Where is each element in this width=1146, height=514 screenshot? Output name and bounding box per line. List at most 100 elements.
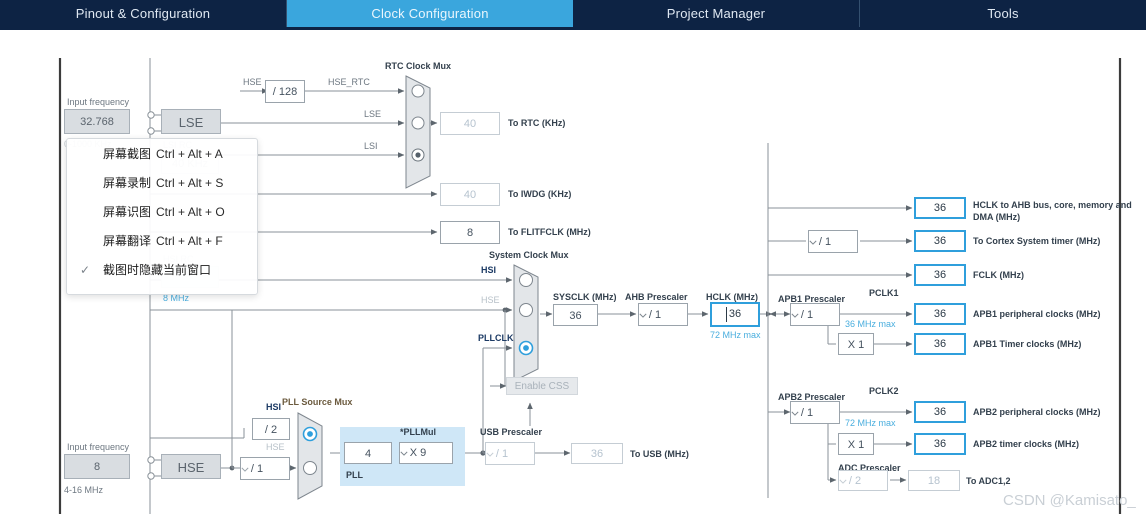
ahb-prescaler-label: AHB Prescaler [625, 292, 688, 302]
menu-item-screen-record[interactable]: 屏幕录制 Ctrl + Alt + S [67, 168, 257, 197]
rtc-clock-mux-shape [405, 75, 431, 189]
tab-pinout-configuration[interactable]: Pinout & Configuration [0, 0, 287, 27]
to-iwdg-label: To IWDG (KHz) [508, 189, 572, 199]
system-clock-mux-title: System Clock Mux [489, 250, 569, 260]
pllmul-select[interactable]: X 9 [399, 442, 453, 464]
hse-input-frequency-label: Input frequency [67, 442, 130, 452]
hse-div128-box: / 128 [265, 80, 305, 103]
to-adc-label: To ADC1,2 [966, 476, 1011, 486]
menu-item-screenshot[interactable]: 屏幕截图 Ctrl + Alt + A [67, 139, 257, 168]
pclk1-label: PCLK1 [869, 288, 899, 298]
usb-prescaler-label: USB Prescaler [480, 427, 543, 437]
menu-item-screenshot-shortcut: Ctrl + Alt + A [156, 146, 223, 161]
apb1-peripheral-value: 36 [914, 303, 966, 325]
rtc-mux-input-hse-rtc: HSE_RTC [328, 77, 370, 87]
chevron-down-icon [639, 313, 647, 318]
apb1-timer-value: 36 [914, 333, 966, 355]
hclk-value-field[interactable]: 36 [710, 302, 760, 327]
menu-item-screen-translate-label: 屏幕翻译 [103, 234, 152, 248]
menu-item-screen-record-shortcut: Ctrl + Alt + S [156, 175, 224, 190]
menu-item-screen-translate-shortcut: Ctrl + Alt + F [156, 233, 223, 248]
usb-prescaler-select[interactable]: / 1 [485, 442, 535, 465]
to-flitfclk-value: 8 [440, 221, 500, 244]
apb1-timer-multiplier: X 1 [838, 333, 874, 355]
hse-input-frequency-field[interactable]: 8 [64, 454, 130, 479]
menu-item-hide-window-on-capture-label: 截图时隐藏当前窗口 [103, 263, 212, 277]
apb2-peripheral-value: 36 [914, 401, 966, 423]
tab-tools[interactable]: Tools [860, 0, 1146, 27]
lse-input-frequency-label: Input frequency [67, 97, 130, 107]
watermark-text: CSDN @Kamisato_ [1003, 492, 1136, 509]
lse-oscillator-block[interactable]: LSE [161, 109, 221, 134]
cortex-timer-label: To Cortex System timer (MHz) [973, 236, 1101, 246]
chevron-down-icon [400, 451, 408, 456]
system-mux-input-hse: HSE [481, 295, 500, 305]
to-iwdg-value: 40 [440, 183, 500, 206]
apb1-max-label: 36 MHz max [845, 319, 896, 329]
pclk2-label: PCLK2 [869, 386, 899, 396]
pll-input-value: 4 [344, 442, 392, 464]
chevron-down-icon [839, 479, 847, 484]
pll-group-label: PLL [346, 470, 363, 480]
to-usb-value: 36 [571, 443, 623, 464]
system-clock-mux-shape [513, 264, 539, 382]
ahb-prescaler-select[interactable]: / 1 [638, 303, 688, 326]
hclk-text-caret [726, 307, 727, 322]
cortex-timer-prescaler-select[interactable]: / 1 [808, 230, 858, 253]
pll-hsi-div2-box: / 2 [252, 418, 290, 440]
pll-source-mux-title: PLL Source Mux [282, 397, 353, 407]
hse-oscillator-block[interactable]: HSE [161, 454, 221, 479]
app-window: Pinout & Configuration Clock Configurati… [0, 0, 1146, 514]
pllmul-label: *PLLMul [400, 427, 436, 437]
main-tabbar: Pinout & Configuration Clock Configurati… [0, 0, 1146, 27]
menu-item-screen-ocr-label: 屏幕识图 [103, 205, 152, 219]
chevron-down-icon [486, 452, 494, 457]
chevron-down-icon [809, 240, 817, 245]
rtc-clock-mux-title: RTC Clock Mux [385, 61, 452, 71]
tab-clock-configuration[interactable]: Clock Configuration [287, 0, 573, 27]
chevron-down-icon [791, 313, 799, 318]
to-flitfclk-label: To FLITFCLK (MHz) [508, 227, 591, 237]
apb2-max-label: 72 MHz max [845, 418, 896, 428]
hclk-ahb-bus-label: HCLK to AHB bus, core, memory and DMA (M… [973, 200, 1132, 222]
menu-item-screenshot-label: 屏幕截图 [103, 147, 152, 161]
lse-input-frequency-field[interactable]: 32.768 [64, 109, 130, 134]
apb2-timer-label: APB2 timer clocks (MHz) [973, 439, 1080, 449]
apb2-prescaler-select[interactable]: / 1 [790, 401, 840, 424]
apb2-timer-multiplier: X 1 [838, 433, 874, 455]
menu-item-screen-ocr-shortcut: Ctrl + Alt + O [156, 204, 225, 219]
to-rtc-label: To RTC (KHz) [508, 118, 566, 128]
hclk-ahb-bus-value: 36 [914, 197, 966, 219]
hse-divider-input-label: HSE [243, 77, 262, 87]
enable-css-button[interactable]: Enable CSS [506, 377, 578, 395]
screenshot-context-menu[interactable]: 屏幕截图 Ctrl + Alt + A 屏幕录制 Ctrl + Alt + S … [66, 138, 258, 295]
menu-item-screen-translate[interactable]: 屏幕翻译 Ctrl + Alt + F [67, 226, 257, 255]
menu-item-screen-ocr[interactable]: 屏幕识图 Ctrl + Alt + O [67, 197, 257, 226]
pll-source-mux-shape [297, 412, 323, 500]
fclk-value: 36 [914, 264, 966, 286]
menu-item-screen-record-label: 屏幕录制 [103, 176, 152, 190]
hse-range-label: 4-16 MHz [64, 485, 104, 495]
rtc-mux-input-lse: LSE [364, 109, 382, 119]
to-usb-label: To USB (MHz) [630, 449, 689, 459]
pll-mux-input-hse: HSE [266, 442, 285, 452]
pll-hse-div-select[interactable]: / 1 [240, 457, 290, 480]
apb2-peripheral-label: APB2 peripheral clocks (MHz) [973, 407, 1101, 417]
apb1-timer-label: APB1 Timer clocks (MHz) [973, 339, 1082, 349]
adc-prescaler-select[interactable]: / 2 [838, 470, 888, 491]
pll-mux-input-hsi: HSI [266, 402, 282, 412]
fclk-label: FCLK (MHz) [973, 270, 1024, 280]
chevron-down-icon [791, 411, 799, 416]
apb1-peripheral-label: APB1 peripheral clocks (MHz) [973, 309, 1101, 319]
system-mux-input-pllclk: PLLCLK [478, 333, 514, 343]
apb1-prescaler-select[interactable]: / 1 [790, 303, 840, 326]
apb2-timer-value: 36 [914, 433, 966, 455]
clock-toolbar: Resolve Clock Issues [0, 30, 1146, 83]
chevron-down-icon [241, 467, 249, 472]
menu-item-hide-window-on-capture[interactable]: ✓ 截图时隐藏当前窗口 [67, 255, 257, 284]
rtc-mux-input-lsi: LSI [364, 141, 378, 151]
tab-project-manager[interactable]: Project Manager [573, 0, 860, 27]
sysclk-value: 36 [553, 304, 598, 326]
cortex-timer-value: 36 [914, 230, 966, 252]
to-adc-value: 18 [908, 470, 960, 491]
